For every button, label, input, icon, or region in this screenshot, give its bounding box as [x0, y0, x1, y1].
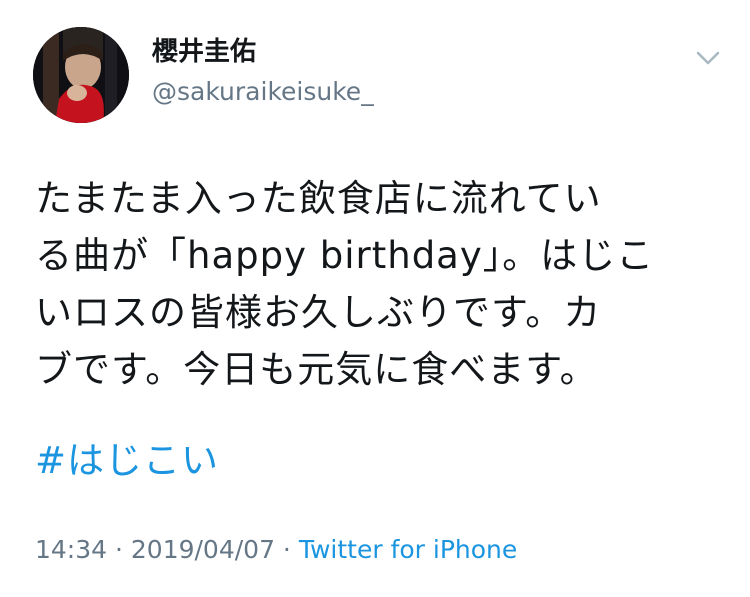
- profile-photo: [33, 27, 129, 123]
- tweet-text-line: いロスの皆様お久しぶりです。カ: [35, 291, 602, 334]
- meta-separator: ·: [107, 535, 131, 564]
- hashtag-link[interactable]: #はじこい: [35, 432, 219, 489]
- meta-separator: ·: [274, 535, 299, 564]
- tweet-text-line: ブです。今日も元気に食べます。: [35, 348, 598, 391]
- tweet-time: 14:34: [35, 535, 108, 564]
- tweet-date: 2019/04/07: [130, 535, 275, 564]
- chevron-down-icon: [696, 51, 720, 65]
- user-handle[interactable]: @sakuraikeisuke_: [152, 76, 374, 108]
- avatar[interactable]: [33, 27, 129, 123]
- tweet-source-link[interactable]: Twitter for iPhone: [299, 535, 517, 564]
- tweet-menu-button[interactable]: [690, 40, 726, 76]
- tweet-text: たまたま入った飲食店に流れてい る曲が「happy birthday」。はじこ …: [35, 170, 725, 398]
- tweet-text-line: る曲が「happy birthday」。はじこ: [35, 234, 655, 277]
- display-name[interactable]: 櫻井圭佑: [152, 36, 256, 68]
- tweet-text-line: たまたま入った飲食店に流れてい: [35, 177, 602, 220]
- tweet-metadata: 14:34 · 2019/04/07 · Twitter for iPhone: [35, 533, 517, 567]
